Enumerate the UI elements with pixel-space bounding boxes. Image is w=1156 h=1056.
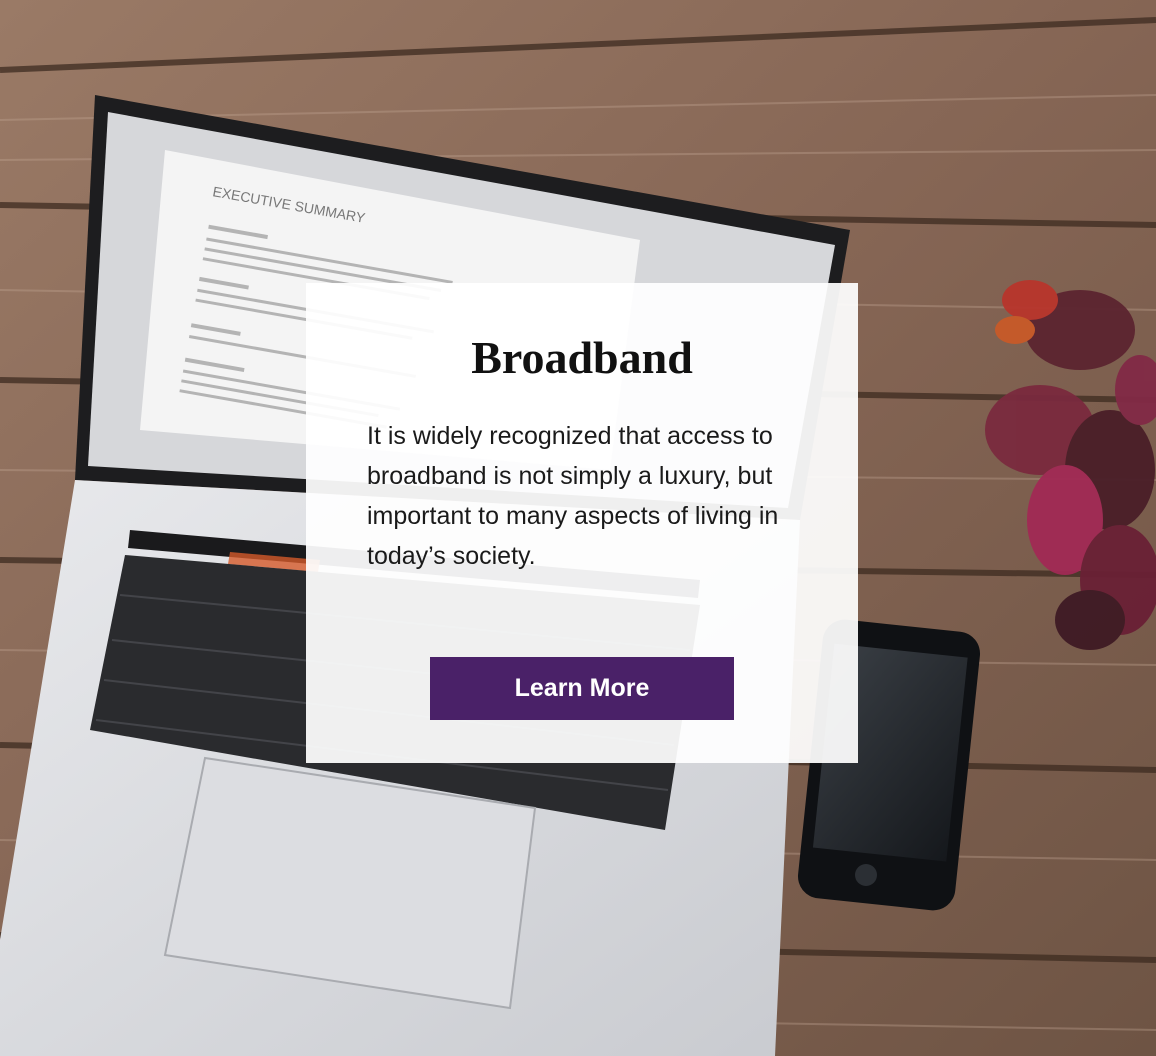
learn-more-button[interactable]: Learn More [430,657,734,720]
hero-section: EXECUTIVE SUMMARY Broadband It is widely… [0,0,1156,1056]
card-description: It is widely recognized that access to b… [367,422,779,570]
info-card: Broadband It is widely recognized that a… [306,283,858,763]
card-title: Broadband [471,332,693,383]
